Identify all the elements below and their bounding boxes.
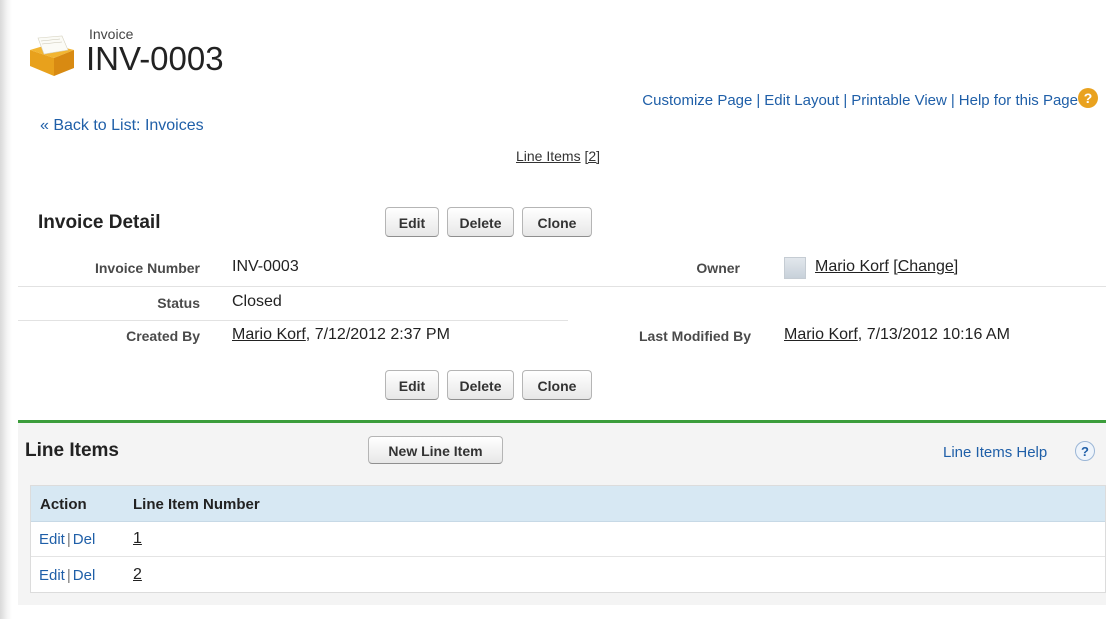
line-items-help-icon[interactable]: ? bbox=[1075, 441, 1095, 461]
customize-page-link[interactable]: Customize Page bbox=[642, 92, 752, 109]
related-list-hover-link[interactable]: Line Items [2] bbox=[516, 148, 600, 164]
link-separator: | bbox=[756, 92, 761, 109]
action-separator: | bbox=[66, 531, 71, 548]
owner-link[interactable]: Mario Korf bbox=[815, 258, 889, 275]
link-separator: | bbox=[950, 92, 955, 109]
status-value: Closed bbox=[232, 293, 282, 310]
printable-view-link[interactable]: Printable View bbox=[851, 92, 947, 109]
clone-button[interactable]: Clone bbox=[522, 207, 592, 237]
last-modified-user-link[interactable]: Mario Korf bbox=[784, 326, 858, 343]
line-items-help-link[interactable]: Line Items Help bbox=[943, 444, 1047, 461]
owner-label: Owner bbox=[696, 260, 740, 276]
created-by-user-link[interactable]: Mario Korf bbox=[232, 326, 306, 343]
owner-avatar bbox=[784, 257, 806, 279]
column-header-line-item-number[interactable]: Line Item Number bbox=[133, 496, 260, 513]
back-to-list-link[interactable]: « Back to List: Invoices bbox=[40, 117, 204, 135]
table-row-divider bbox=[31, 556, 1105, 557]
delete-button-bottom[interactable]: Delete bbox=[447, 370, 514, 400]
delete-row-link[interactable]: Del bbox=[73, 531, 96, 548]
page-title: INV-0003 bbox=[86, 40, 224, 77]
last-modified-value: Mario Korf, 7/13/2012 10:16 AM bbox=[784, 326, 1010, 344]
created-by-label: Created By bbox=[126, 328, 200, 344]
help-for-page-link[interactable]: Help for this Page bbox=[959, 92, 1078, 109]
field-divider bbox=[18, 286, 1106, 287]
field-divider bbox=[18, 320, 568, 321]
owner-value: Mario Korf [Change] bbox=[815, 258, 958, 276]
left-edge-shadow bbox=[0, 0, 12, 619]
action-separator: | bbox=[66, 567, 71, 584]
invoice-folder-icon bbox=[30, 35, 74, 76]
status-label: Status bbox=[157, 295, 200, 311]
line-item-number-link[interactable]: 1 bbox=[133, 530, 142, 548]
delete-button[interactable]: Delete bbox=[447, 207, 514, 237]
delete-row-link[interactable]: Del bbox=[73, 567, 96, 584]
created-by-date: , 7/12/2012 2:37 PM bbox=[305, 326, 450, 343]
change-owner-link[interactable]: [Change] bbox=[893, 258, 958, 275]
related-list-hover-count: [2] bbox=[584, 148, 601, 164]
link-separator: | bbox=[843, 92, 848, 109]
column-header-action: Action bbox=[40, 496, 87, 513]
row-actions: Edit | Del bbox=[39, 567, 95, 584]
edit-layout-link[interactable]: Edit Layout bbox=[764, 92, 839, 109]
invoice-number-value: INV-0003 bbox=[232, 258, 299, 275]
clone-button-bottom[interactable]: Clone bbox=[522, 370, 592, 400]
line-item-number-link[interactable]: 2 bbox=[133, 566, 142, 584]
page-links: Customize Page | Edit Layout | Printable Vie… bbox=[642, 92, 1078, 109]
invoice-number-label: Invoice Number bbox=[94, 260, 200, 276]
related-list-hover-label: Line Items bbox=[516, 148, 581, 164]
edit-row-link[interactable]: Edit bbox=[39, 531, 65, 548]
edit-button[interactable]: Edit bbox=[385, 207, 439, 237]
row-actions: Edit | Del bbox=[39, 531, 95, 548]
created-by-value: Mario Korf, 7/12/2012 2:37 PM bbox=[232, 326, 450, 344]
last-modified-label: Last Modified By bbox=[638, 328, 751, 344]
invoice-detail-page: Invoice INV-0003 Customize Page | Edit Lay… bbox=[0, 0, 1106, 619]
detail-section-title: Invoice Detail bbox=[38, 212, 161, 233]
edit-row-link[interactable]: Edit bbox=[39, 567, 65, 584]
line-items-title: Line Items bbox=[25, 440, 119, 461]
edit-button-bottom[interactable]: Edit bbox=[385, 370, 439, 400]
last-modified-date: , 7/13/2012 10:16 AM bbox=[857, 326, 1010, 343]
help-icon[interactable]: ? bbox=[1078, 88, 1098, 108]
new-line-item-button[interactable]: New Line Item bbox=[368, 436, 503, 464]
